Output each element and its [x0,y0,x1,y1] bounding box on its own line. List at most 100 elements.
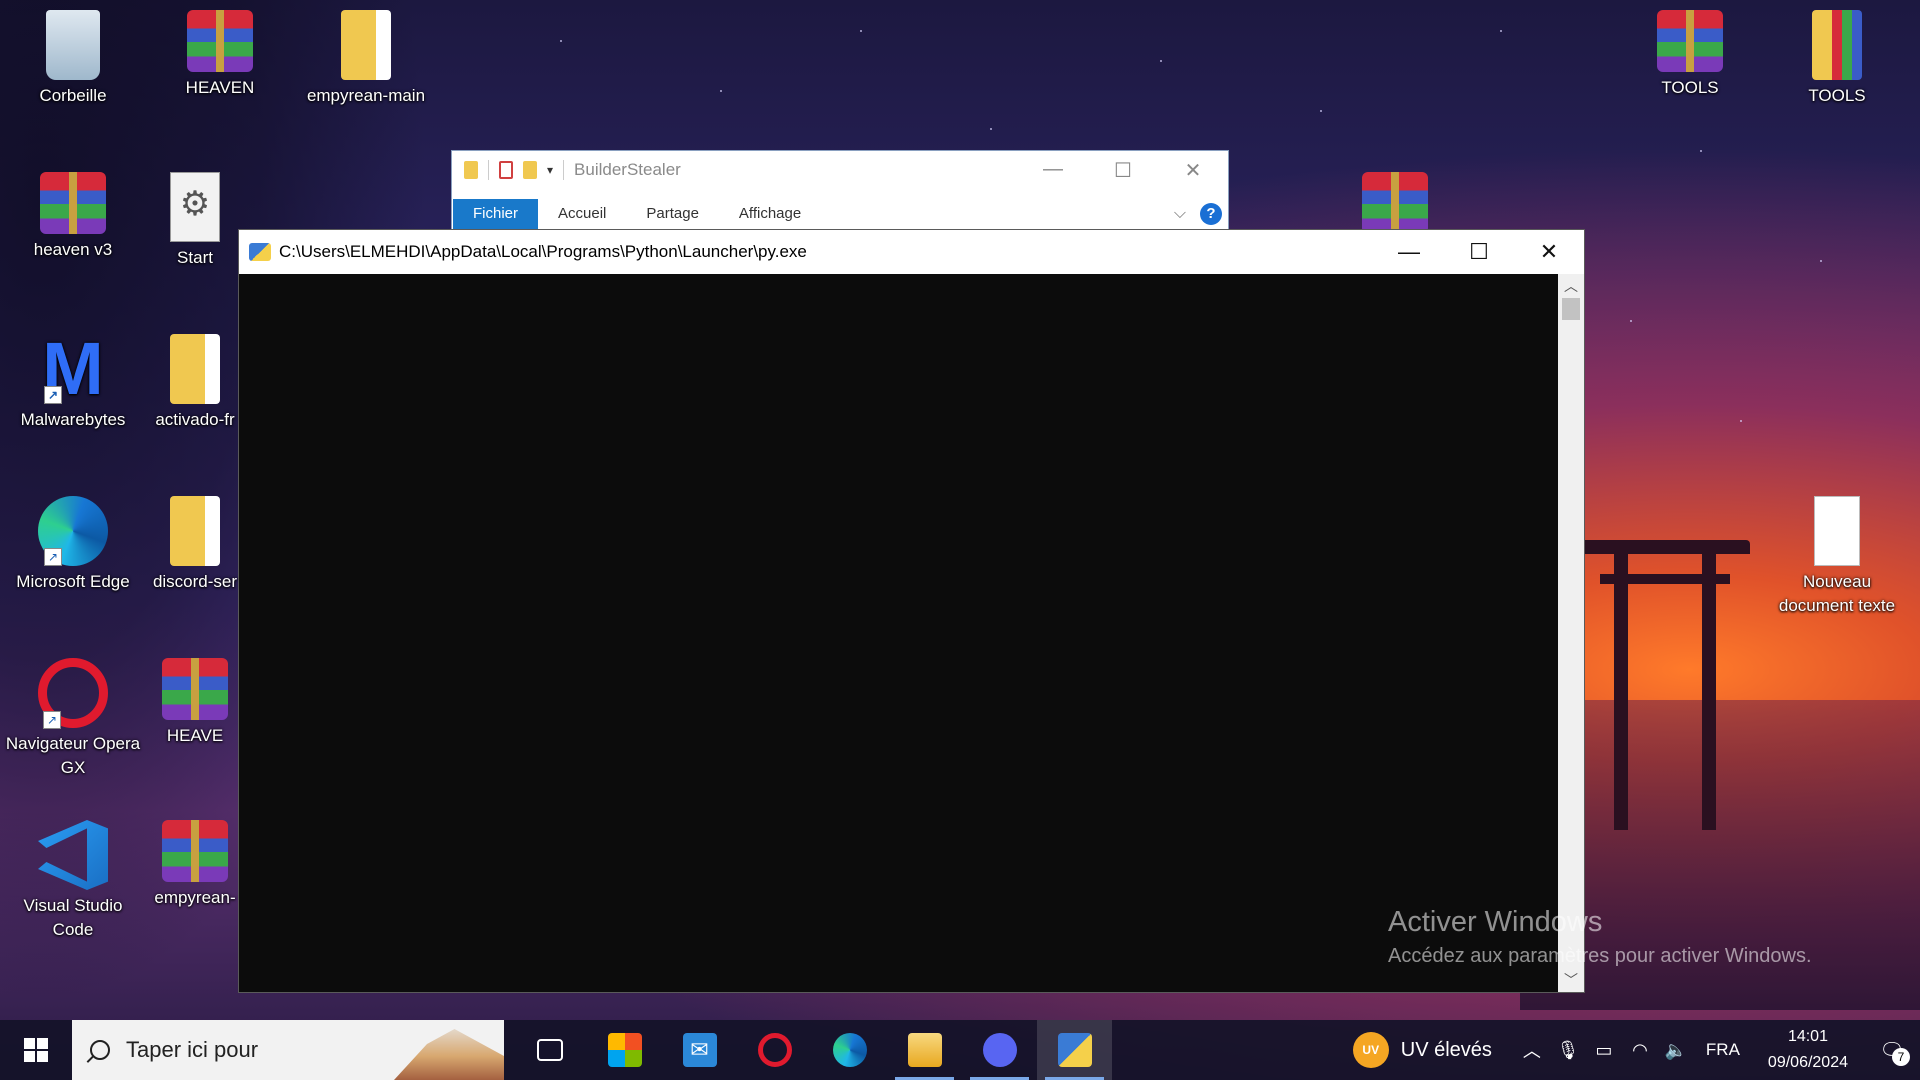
search-highlight-illustration [394,1029,504,1080]
tab-partage[interactable]: Partage [626,199,719,229]
windows-logo-icon [24,1038,48,1062]
desktop-icon-heaven-v3[interactable]: heaven v3 [3,162,143,262]
console-title: C:\Users\ELMEHDI\AppData\Local\Programs\… [279,242,807,261]
taskbar: Taper ici pour ✉ UV UV élevés ︿ 🎙 ▭ ◠ 🔈 … [0,1020,1920,1080]
desktop-icon-label: activado-fr [155,410,235,429]
winrar-archive-icon [1657,10,1723,72]
taskbar-file-explorer[interactable] [887,1020,962,1080]
start-button[interactable] [0,1020,72,1080]
desktop-icon-heaven[interactable]: HEAVEN [150,0,290,100]
explorer-title: BuilderStealer [574,160,681,179]
weather-widget[interactable]: UV UV élevés [1352,1032,1514,1068]
chevron-up-icon[interactable]: ︿ [1514,1037,1550,1063]
taskbar-task-view[interactable] [512,1020,587,1080]
desktop-icon-label: Microsoft Edge [16,572,130,591]
wifi-icon[interactable]: ◠ [1622,1040,1658,1061]
scrollbar-thumb[interactable] [1562,298,1580,320]
close-button[interactable]: ✕ [1514,230,1584,274]
clock-time: 14:01 [1787,1028,1828,1045]
properties-icon[interactable] [499,161,513,179]
watermark-title: Activer Windows [1388,906,1603,938]
shortcut-arrow-icon: ↗ [44,386,62,404]
microphone-icon[interactable]: 🎙 [1550,1040,1586,1061]
language-indicator[interactable]: FRA [1694,1040,1752,1060]
taskbar-edge[interactable] [812,1020,887,1080]
desktop-icon-activado[interactable]: activado-fr [150,324,240,432]
notification-center-button[interactable]: 🗨 7 [1864,1038,1920,1066]
taskbar-discord[interactable] [962,1020,1037,1080]
wallpaper-torii-gate [1580,540,1750,840]
console-titlebar[interactable]: C:\Users\ELMEHDI\AppData\Local\Programs\… [239,230,1584,274]
folder-icon [907,1033,942,1067]
winrar-archive-icon [40,172,106,234]
desktop-icon-empyrean[interactable]: empyrean- [150,810,240,910]
desktop-icon-malwarebytes[interactable]: M ↗ Malwarebytes [3,324,143,432]
desktop-icon-label: discord-ser [152,572,238,591]
tab-affichage[interactable]: Affichage [719,199,821,229]
desktop-icon-tools-folder[interactable]: TOOLS [1767,0,1907,108]
taskbar-python-launcher[interactable] [1037,1020,1112,1080]
close-button[interactable]: ✕ [1158,158,1228,183]
desktop-icon-discord-ser[interactable]: discord-ser [150,486,240,594]
winrar-archive-icon [162,820,228,882]
edge-icon: ↗ [38,496,108,566]
scroll-up-arrow-icon[interactable]: ︿ [1558,274,1584,298]
file-explorer-window[interactable]: ▾ BuilderStealer — ☐ ✕ Fichier Accueil P… [451,150,1229,230]
search-icon [90,1040,110,1060]
explorer-ribbon: Fichier Accueil Partage Affichage ⌵ ? [452,189,1228,229]
maximize-button[interactable]: ☐ [1088,158,1158,183]
watermark-subtitle: Accédez aux paramètres pour activer Wind… [1388,945,1812,967]
desktop-icon-label: HEAVE [166,726,224,745]
console-window[interactable]: C:\Users\ELMEHDI\AppData\Local\Programs\… [238,229,1585,993]
desktop-icon-empyrean-main[interactable]: empyrean-main [296,0,436,108]
battery-icon[interactable]: ▭ [1586,1040,1622,1061]
desktop-icon-label: Navigateur Opera GX [5,734,141,777]
desktop-icon-tools-archive[interactable]: TOOLS [1620,0,1760,100]
taskbar-mail[interactable]: ✉ [662,1020,737,1080]
mail-icon: ✉ [682,1033,717,1067]
new-folder-icon[interactable] [523,161,537,179]
taskbar-search-box[interactable]: Taper ici pour [72,1020,504,1080]
discord-icon [982,1033,1017,1067]
minimize-button[interactable]: — [1018,158,1088,183]
uv-badge-icon: UV [1352,1032,1389,1068]
malwarebytes-icon: M ↗ [42,327,104,410]
clock-date: 09/06/2024 [1767,1054,1848,1071]
console-output-area[interactable] [239,274,1558,992]
desktop-icon-label: TOOLS [1661,78,1719,97]
scroll-down-arrow-icon[interactable]: ﹀ [1558,968,1584,992]
system-tray: UV UV élevés ︿ 🎙 ▭ ◠ 🔈 FRA 14:01 09/06/2… [1352,1020,1920,1080]
taskbar-opera[interactable] [737,1020,812,1080]
edge-icon [832,1033,867,1067]
opera-icon [757,1033,792,1067]
clock[interactable]: 14:01 09/06/2024 [1752,1024,1864,1076]
desktop-icon-start[interactable]: ⚙ Start [150,162,240,270]
desktop-icon-label: Malwarebytes [20,410,126,429]
explorer-titlebar[interactable]: ▾ BuilderStealer — ☐ ✕ [452,151,1228,189]
desktop-icon-heave[interactable]: HEAVE [150,648,240,748]
volume-icon[interactable]: 🔈 [1658,1040,1694,1061]
tab-fichier[interactable]: Fichier [453,199,539,229]
folder-icon [341,10,391,80]
desktop-icon-opera-gx[interactable]: ↗ Navigateur Opera GX [3,648,143,780]
taskbar-microsoft-store[interactable] [587,1020,662,1080]
tab-accueil[interactable]: Accueil [538,199,626,229]
vscode-icon [38,820,108,890]
chevron-down-icon[interactable]: ▾ [547,163,553,177]
console-scrollbar[interactable]: ︿ ﹀ [1558,274,1584,992]
desktop-icon-microsoft-edge[interactable]: ↗ Microsoft Edge [3,486,143,594]
ribbon-expand-chevron-icon[interactable]: ⌵ [1174,205,1186,223]
python-icon [1057,1033,1092,1067]
desktop-icon-label: Start [177,248,213,267]
help-icon[interactable]: ? [1200,203,1222,225]
maximize-button[interactable]: ☐ [1444,230,1514,274]
minimize-button[interactable]: — [1374,230,1444,274]
desktop-icon-label: Corbeille [39,86,107,105]
desktop-icon-archive-partial[interactable] [1325,162,1465,238]
desktop-icon-corbeille[interactable]: Corbeille [3,0,143,108]
shortcut-arrow-icon: ↗ [43,711,61,729]
desktop-icon-nouveau-document[interactable]: Nouveau document texte [1767,486,1907,618]
desktop-icon-vscode[interactable]: Visual Studio Code [3,810,143,942]
winrar-archive-icon [1362,172,1428,234]
store-icon [607,1033,642,1067]
